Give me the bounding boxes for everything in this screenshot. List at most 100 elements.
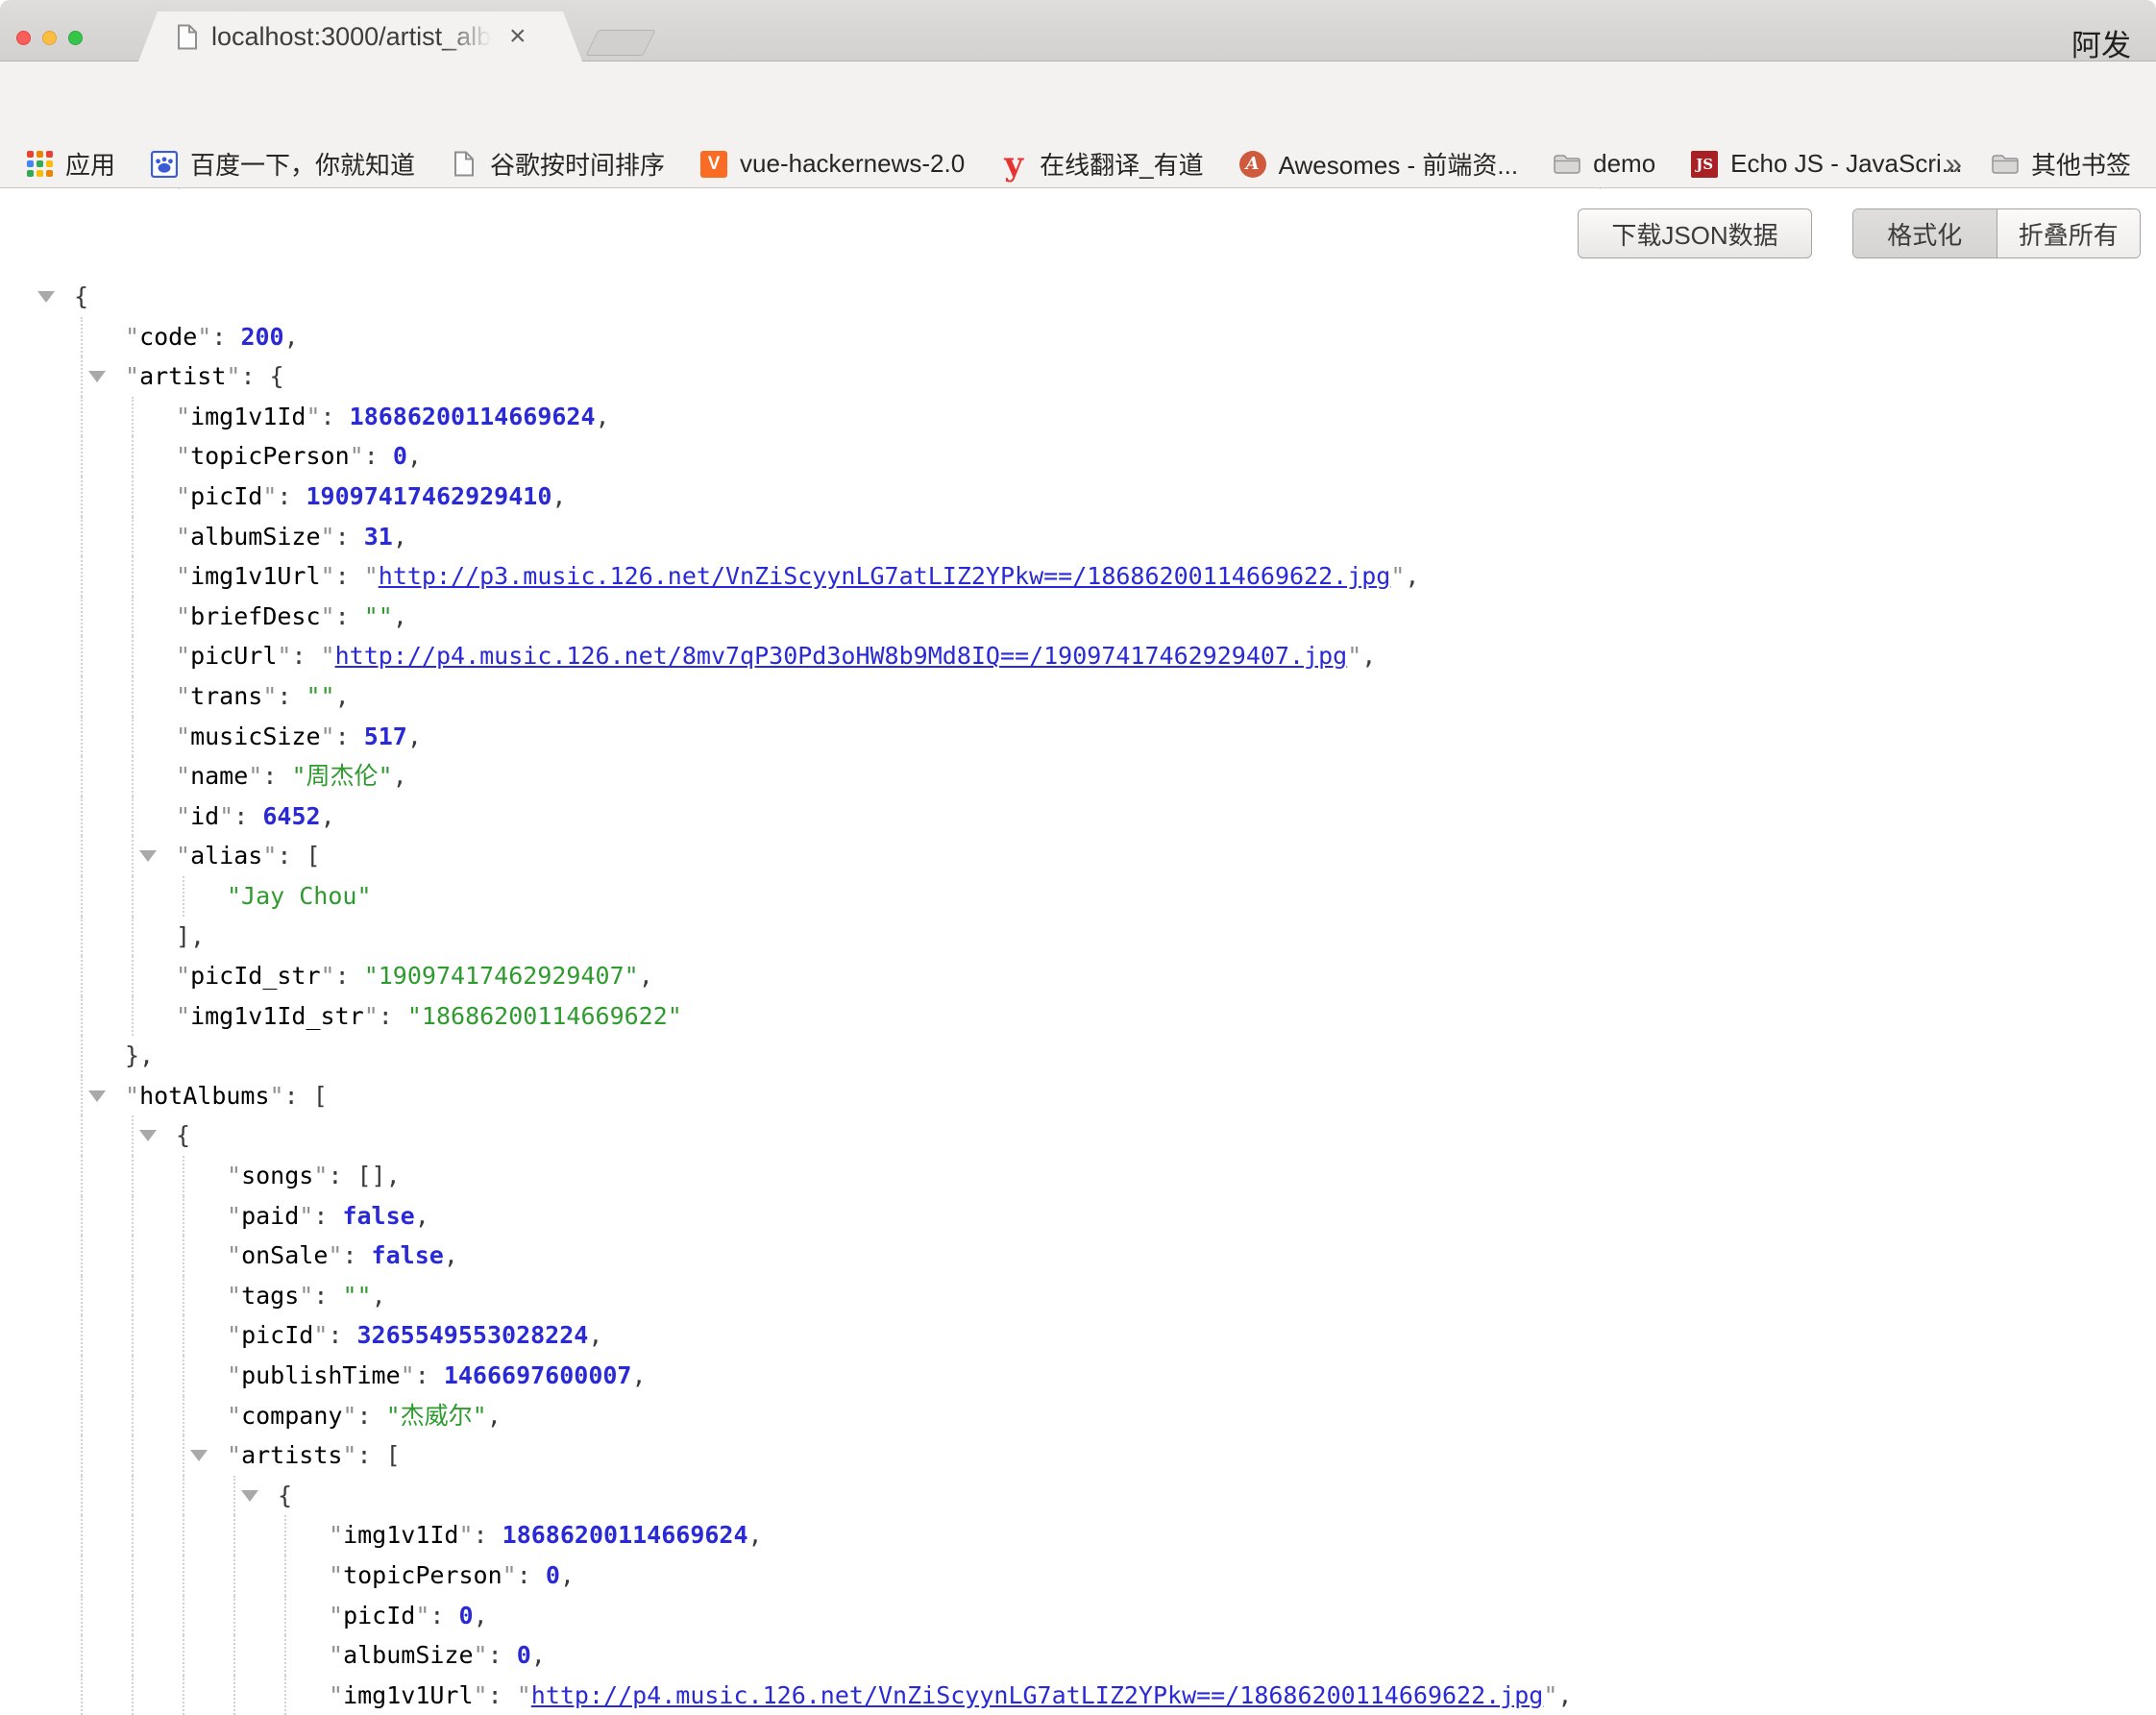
- minimize-window-icon[interactable]: [42, 31, 57, 45]
- format-button[interactable]: 格式化: [1853, 209, 1997, 257]
- browser-tab[interactable]: localhost:3000/artist_album?id ×: [138, 12, 582, 61]
- view-mode-toggle: 格式化 折叠所有: [1852, 208, 2141, 258]
- bookmark-item[interactable]: Vvue-hackernews-2.0: [699, 149, 965, 179]
- json-line: "tags": "",: [0, 1276, 2156, 1316]
- vue-square-icon: V: [699, 150, 728, 179]
- indent-guide: [132, 836, 134, 876]
- bookmark-item[interactable]: 应用: [25, 146, 115, 182]
- json-line: "id": 6452,: [0, 796, 2156, 837]
- collapse-caret-icon[interactable]: [37, 291, 55, 303]
- indent-guide: [233, 1596, 235, 1636]
- indent-guide: [132, 636, 134, 676]
- json-number: false: [342, 1202, 414, 1230]
- profile-name[interactable]: 阿发: [2071, 21, 2131, 64]
- indent-guide: [81, 956, 83, 996]
- indent-guide: [81, 1356, 83, 1396]
- json-line: "hotAlbums": [: [0, 1076, 2156, 1116]
- collapse-caret-icon[interactable]: [88, 371, 106, 382]
- json-line: "alias": [: [0, 836, 2156, 876]
- indent-guide: [132, 756, 134, 796]
- json-link[interactable]: http://p4.music.126.net/VnZiScyynLG7atLI…: [531, 1681, 1544, 1709]
- indent-guide: [233, 1676, 235, 1715]
- collapse-all-button[interactable]: 折叠所有: [1997, 209, 2141, 257]
- json-number: 31: [364, 523, 393, 551]
- indent-guide: [81, 1556, 83, 1596]
- folder-icon: [1991, 150, 2020, 179]
- json-key: picId_str: [190, 962, 320, 990]
- bookmark-item[interactable]: demo: [1553, 149, 1655, 179]
- close-window-icon[interactable]: [16, 31, 31, 45]
- json-key: albumSize: [343, 1641, 473, 1669]
- json-line: "code": 200,: [0, 317, 2156, 357]
- indent-guide: [81, 1596, 83, 1636]
- indent-guide: [183, 1315, 184, 1356]
- json-number: 1466697600007: [444, 1361, 632, 1389]
- json-key: tags: [241, 1282, 299, 1310]
- json-key: picId: [241, 1321, 313, 1349]
- indent-guide: [132, 397, 134, 437]
- download-json-button[interactable]: 下载JSON数据: [1578, 208, 1812, 258]
- json-line: "albumSize": 0,: [0, 1635, 2156, 1676]
- awesomes-a-icon: A: [1238, 150, 1267, 179]
- indent-guide: [132, 1196, 134, 1237]
- json-number: false: [372, 1241, 444, 1269]
- indent-guide: [132, 1315, 134, 1356]
- indent-guide: [132, 597, 134, 637]
- indent-guide: [233, 1476, 235, 1516]
- json-key: picId: [343, 1602, 415, 1629]
- indent-guide: [81, 836, 83, 876]
- indent-guide: [81, 917, 83, 957]
- collapse-caret-icon[interactable]: [190, 1450, 208, 1461]
- indent-guide: [183, 1156, 184, 1196]
- json-key: img1v1Id_str: [190, 1002, 364, 1030]
- indent-guide: [81, 397, 83, 437]
- maximize-window-icon[interactable]: [68, 31, 83, 45]
- json-line: "company": "杰威尔",: [0, 1396, 2156, 1436]
- indent-guide: [81, 756, 83, 796]
- indent-guide: [132, 1556, 134, 1596]
- collapse-caret-icon[interactable]: [139, 1130, 157, 1141]
- bookmark-item[interactable]: JSEcho JS - JavaScri...: [1690, 149, 1962, 179]
- indent-guide: [81, 1435, 83, 1476]
- json-line: "albumSize": 31,: [0, 517, 2156, 557]
- indent-guide: [132, 796, 134, 837]
- folder-icon: [1553, 150, 1581, 179]
- tab-close-icon[interactable]: ×: [509, 22, 527, 51]
- bookmark-item[interactable]: AAwesomes - 前端资...: [1238, 146, 1518, 182]
- indent-guide: [132, 477, 134, 517]
- collapse-caret-icon[interactable]: [88, 1090, 106, 1102]
- json-line: "picId": 19097417462929410,: [0, 477, 2156, 517]
- bookmark-item[interactable]: y在线翻译_有道: [999, 146, 1203, 182]
- indent-guide: [81, 1076, 83, 1116]
- indent-guide: [132, 1115, 134, 1156]
- indent-guide: [81, 717, 83, 757]
- json-line: "publishTime": 1466697600007,: [0, 1356, 2156, 1396]
- json-string: "杰威尔": [386, 1402, 487, 1430]
- bookmarks-overflow-icon[interactable]: »: [1945, 146, 1962, 182]
- bookmarks-bar: 应用百度一下，你就知道谷歌按时间排序 Vvue-hackernews-2.0 y在线…: [0, 140, 2156, 188]
- collapse-caret-icon[interactable]: [241, 1490, 258, 1502]
- indent-guide: [81, 1156, 83, 1196]
- bookmark-item[interactable]: 谷歌按时间排序: [450, 146, 665, 182]
- bookmark-item[interactable]: 百度一下，你就知道: [150, 146, 415, 182]
- titlebar: localhost:3000/artist_album?id × 阿发: [0, 0, 2156, 61]
- json-line: "img1v1Id_str": "18686200114669622": [0, 996, 2156, 1037]
- json-string: "19097417462929407": [364, 962, 639, 990]
- indent-guide: [183, 1356, 184, 1396]
- json-key: musicSize: [190, 723, 320, 750]
- json-link[interactable]: http://p4.music.126.net/8mv7qP30Pd3oHW8b…: [335, 642, 1348, 670]
- indent-guide: [81, 1115, 83, 1156]
- indent-guide: [132, 1156, 134, 1196]
- json-line: "songs": [],: [0, 1156, 2156, 1196]
- json-key: code: [139, 323, 197, 351]
- indent-guide: [81, 356, 83, 397]
- collapse-caret-icon[interactable]: [139, 850, 157, 862]
- echojs-icon: JS: [1690, 150, 1719, 179]
- new-tab-button[interactable]: [585, 30, 655, 56]
- json-key: onSale: [241, 1241, 328, 1269]
- indent-guide: [284, 1596, 286, 1636]
- indent-guide: [81, 1515, 83, 1556]
- bookmark-other-folder[interactable]: 其他书签: [1991, 146, 2131, 182]
- indent-guide: [233, 1515, 235, 1556]
- json-link[interactable]: http://p3.music.126.net/VnZiScyynLG7atLI…: [379, 562, 1391, 590]
